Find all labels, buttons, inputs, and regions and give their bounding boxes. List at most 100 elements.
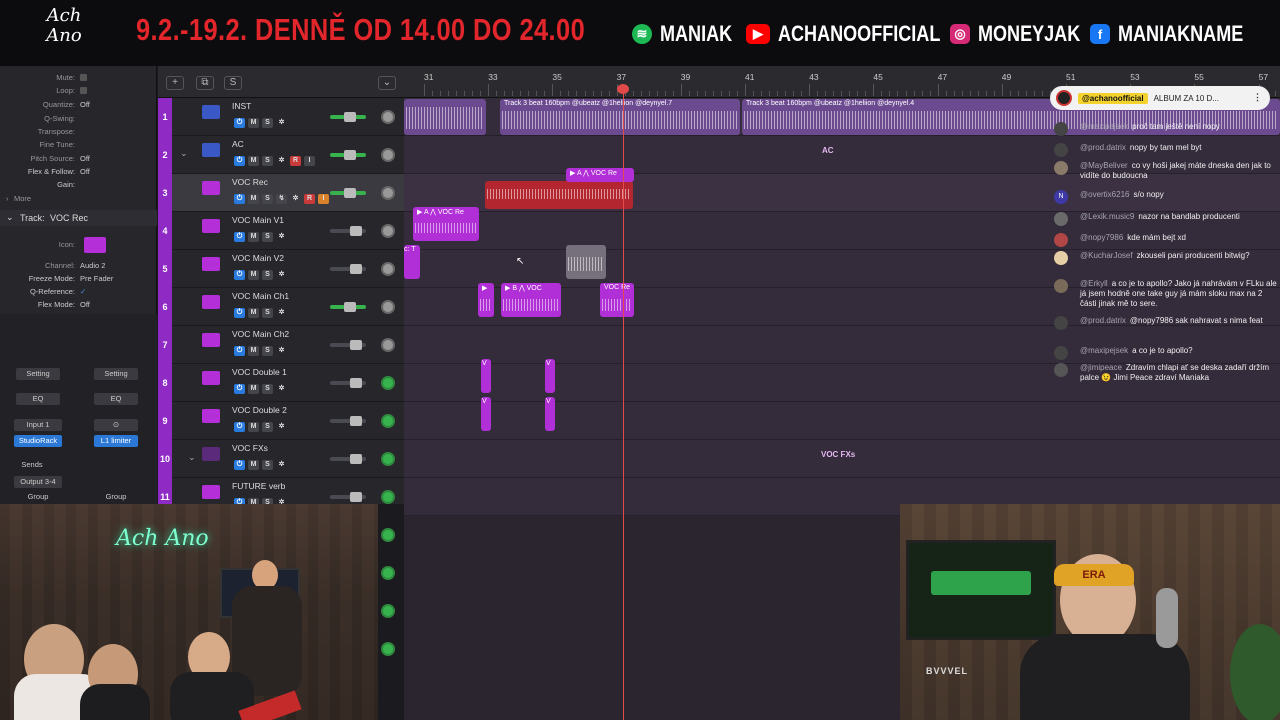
flex-mode-value[interactable]: Off [80, 300, 90, 309]
track-row[interactable]: 3 VOC Rec ⏻ M S ↯ ✲ R I [158, 174, 404, 212]
track-name[interactable]: VOC FXs [232, 443, 268, 453]
input-monitoring-button[interactable]: I [318, 194, 329, 204]
track-name[interactable]: VOC Double 2 [232, 405, 287, 415]
mute-button[interactable]: M [248, 118, 259, 128]
track-icon[interactable] [202, 295, 220, 309]
audio-region[interactable] [404, 99, 486, 135]
solo-mode-button[interactable]: S [224, 76, 242, 90]
playhead[interactable] [623, 84, 624, 720]
chat-username[interactable]: @KucharJosef [1080, 251, 1133, 260]
pan-knob[interactable] [381, 642, 395, 656]
freeze-icon[interactable]: ✲ [276, 346, 287, 356]
chevron-down-icon[interactable]: ⌄ [188, 452, 196, 463]
track-name[interactable]: VOC Main Ch2 [232, 329, 289, 339]
pan-knob[interactable] [381, 528, 395, 542]
volume-fader[interactable] [330, 188, 366, 198]
q-reference-checkbox[interactable]: ✓ [80, 287, 86, 296]
record-enable-button[interactable]: R [304, 194, 315, 204]
inspector-row[interactable]: Mute: [0, 73, 155, 85]
volume-fader[interactable] [330, 112, 366, 122]
chat-username[interactable]: @Lexik.music9 [1080, 212, 1134, 221]
inspector-row[interactable]: Channel: Audio 2 [0, 261, 155, 273]
solo-button[interactable]: S [262, 270, 273, 280]
freeze-icon[interactable]: ✲ [290, 194, 301, 204]
audio-region[interactable]: Track 3 beat 160bpm @ubeatz @1heliion @d… [500, 99, 740, 135]
track-row[interactable]: 7 VOC Main Ch2 ⏻ M S ✲ [158, 326, 404, 364]
group-button[interactable]: Group [94, 491, 138, 503]
track-name[interactable]: VOC Rec [232, 177, 268, 187]
chevron-down-icon[interactable]: ⌄ [180, 148, 188, 159]
power-button[interactable]: ⏻ [234, 232, 245, 242]
mute-button[interactable]: M [248, 270, 259, 280]
pan-knob[interactable] [381, 224, 395, 238]
input-monitor-button[interactable]: ↯ [276, 194, 287, 204]
volume-fader[interactable] [330, 378, 366, 388]
audio-region[interactable]: V [481, 397, 491, 431]
freeze-icon[interactable]: ✲ [276, 270, 287, 280]
pan-knob[interactable] [381, 338, 395, 352]
track-icon[interactable] [202, 447, 220, 461]
track-name[interactable]: AC [232, 139, 244, 149]
track-row[interactable]: 10 ⌄ VOC FXs ⏻ M S ✲ [158, 440, 404, 478]
audio-region[interactable]: VOC Re [600, 283, 634, 317]
quantize-value[interactable]: Off [80, 100, 90, 109]
pitch-source-value[interactable]: Off [80, 154, 90, 163]
mute-button[interactable]: M [248, 422, 259, 432]
solo-button[interactable]: S [262, 460, 273, 470]
track-name[interactable]: VOC Main V2 [232, 253, 284, 263]
track-row[interactable]: 6 VOC Main Ch1 ⏻ M S ✲ [158, 288, 404, 326]
audio-region[interactable]: V [545, 397, 555, 431]
freeze-icon[interactable]: ✲ [276, 308, 287, 318]
audio-region[interactable]: ▶ B ⋀ VOC [501, 283, 561, 317]
track-row[interactable]: 9 VOC Double 2 ⏻ M S ✲ [158, 402, 404, 440]
volume-fader[interactable] [330, 302, 366, 312]
audio-region[interactable]: ▶ A ⋀ VOC Re [413, 207, 479, 241]
volume-fader[interactable] [330, 226, 366, 236]
chat-username[interactable]: @Erkyll [1080, 279, 1108, 288]
track-icon[interactable] [202, 105, 220, 119]
channel-value[interactable]: Audio 2 [80, 261, 105, 270]
chat-username[interactable]: @prod.datrix [1080, 143, 1126, 152]
more-vertical-icon[interactable]: ⋮ [1253, 92, 1262, 103]
mute-button[interactable]: M [248, 156, 259, 166]
track-row[interactable]: 4 VOC Main V1 ⏻ M S ✲ [158, 212, 404, 250]
power-button[interactable]: ⏻ [234, 270, 245, 280]
inspector-row[interactable]: Fine Tune: [0, 140, 155, 152]
audio-region[interactable]: V [481, 359, 491, 393]
inspector-row[interactable]: Icon: [0, 237, 155, 253]
power-button[interactable]: ⏻ [234, 118, 245, 128]
pan-knob[interactable] [381, 490, 395, 504]
inspector-row[interactable]: Freeze Mode: Pre Fader [0, 274, 155, 286]
solo-button[interactable]: S [262, 232, 273, 242]
chat-username[interactable]: @maxipejsek [1080, 346, 1128, 355]
inspector-row[interactable]: Flex Mode: Off [0, 300, 155, 312]
track-icon-swatch[interactable] [84, 237, 106, 253]
volume-fader[interactable] [330, 264, 366, 274]
track-icon[interactable] [202, 409, 220, 423]
pan-knob[interactable] [381, 566, 395, 580]
freeze-mode-value[interactable]: Pre Fader [80, 274, 113, 283]
audio-region-recording[interactable] [485, 181, 633, 209]
volume-fader[interactable] [330, 416, 366, 426]
chat-username[interactable]: @jimipeace [1080, 363, 1122, 372]
loop-checkbox[interactable] [80, 87, 87, 94]
power-button[interactable]: ⏻ [234, 460, 245, 470]
pan-knob[interactable] [381, 414, 395, 428]
power-button[interactable]: ⏻ [234, 156, 245, 166]
track-row[interactable]: 5 VOC Main V2 ⏻ M S ✲ [158, 250, 404, 288]
eq-button[interactable]: EQ [16, 393, 60, 405]
group-button[interactable]: Group [14, 491, 62, 503]
track-row[interactable]: 1 INST ⏻ M S ✲ [158, 98, 404, 136]
power-button[interactable]: ⏻ [234, 422, 245, 432]
input-button[interactable]: Input 1 [14, 419, 62, 431]
inspector-row[interactable]: Flex & Follow: Off [0, 167, 155, 179]
volume-fader[interactable] [330, 492, 366, 502]
track-icon[interactable] [202, 181, 220, 195]
freeze-icon[interactable]: ✲ [276, 384, 287, 394]
inspector-row[interactable]: Gain: [0, 180, 155, 192]
solo-button[interactable]: S [262, 346, 273, 356]
freeze-icon[interactable]: ✲ [276, 232, 287, 242]
inspector-row[interactable]: Transpose: [0, 127, 155, 139]
duplicate-track-button[interactable]: ⧉ [196, 76, 214, 90]
track-icon[interactable] [202, 219, 220, 233]
